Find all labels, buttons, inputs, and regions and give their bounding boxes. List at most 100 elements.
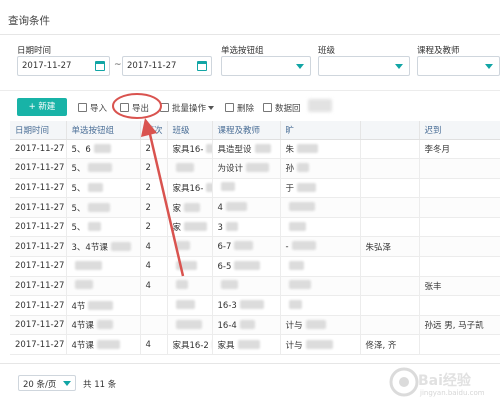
table-cell: 4 xyxy=(212,197,281,218)
column-header[interactable] xyxy=(360,121,420,140)
table-cell: 4 xyxy=(140,256,168,277)
table-cell: 5、6 xyxy=(66,139,141,160)
table-cell xyxy=(419,178,500,199)
table-row[interactable]: 2017-11-27 5、6 2 家具16- 具造型设朱 李冬月 xyxy=(10,139,500,160)
redaction xyxy=(246,163,270,173)
table-row[interactable]: 2017-11-27 5、 2 家 3 xyxy=(10,217,500,238)
redaction xyxy=(110,241,131,251)
trash-icon xyxy=(225,103,234,112)
delete-button[interactable]: 删除 xyxy=(225,102,254,114)
table-cell xyxy=(212,178,281,199)
column-header[interactable]: 日期时间 xyxy=(10,121,67,140)
redaction xyxy=(88,163,113,173)
export-button[interactable]: 导出 xyxy=(120,102,149,114)
redaction xyxy=(175,162,194,172)
table-row[interactable]: 2017-11-27 5、 2 家具16- 于 xyxy=(10,178,500,199)
redaction xyxy=(184,222,208,232)
redaction xyxy=(88,202,111,212)
import-button[interactable]: 导入 xyxy=(78,102,107,114)
table-row[interactable]: 2017-11-27 5、 2 为设计孙 xyxy=(10,158,500,179)
table-row[interactable]: 2017-11-27 4 6-5 xyxy=(10,256,500,277)
table-cell: 2017-11-27 xyxy=(10,139,67,160)
redaction xyxy=(175,260,197,270)
table-cell: 4节课 xyxy=(66,334,141,356)
date-to-input[interactable]: 2017-11-27 xyxy=(122,56,212,76)
redaction xyxy=(184,202,201,212)
course-teacher-select[interactable] xyxy=(417,56,500,76)
table-cell: 5、 xyxy=(66,158,141,179)
calendar-icon[interactable] xyxy=(197,61,207,71)
table-cell: - xyxy=(280,236,361,258)
watermark-url: jingyan.baidu.com xyxy=(420,389,485,397)
radio-group-select[interactable] xyxy=(221,56,311,76)
table-cell: 朱 xyxy=(280,139,361,160)
query-panel-title: 查询条件 xyxy=(8,15,50,27)
table-cell: 2017-11-27 xyxy=(10,217,67,238)
watermark-brand: Bai经验 xyxy=(418,373,471,389)
table-cell: 2 xyxy=(140,197,168,218)
table-cell: 16-4 xyxy=(212,315,281,336)
table-cell: 2017-11-27 xyxy=(10,158,67,179)
table-cell: 16-3 xyxy=(212,295,281,316)
table-cell: 计与 xyxy=(280,315,361,336)
table-row[interactable]: 2017-11-27 4节 16-3 xyxy=(10,295,500,316)
redaction xyxy=(305,339,333,349)
redaction xyxy=(96,339,120,349)
table-cell xyxy=(360,197,420,218)
table-cell xyxy=(419,158,500,179)
column-header[interactable]: 节次 xyxy=(140,121,168,140)
redaction xyxy=(291,241,316,251)
table-cell: 5、 xyxy=(66,197,141,218)
redaction xyxy=(74,280,93,290)
table-cell xyxy=(212,276,281,297)
date-label: 日期时间 xyxy=(17,46,52,56)
data-table: 日期时间 单选按钮组 节次 班级 课程及教师 旷 迟到 2017-11-27 5、… xyxy=(10,121,500,356)
redaction xyxy=(234,260,261,270)
table-row[interactable]: 2017-11-27 4节课 4 家具16-2 家具 计与 佟泽, 齐 xyxy=(10,334,500,356)
data-button[interactable]: 数据回 xyxy=(263,102,301,114)
table-cell: 2017-11-27 xyxy=(10,256,67,277)
table-cell: 为设计 xyxy=(212,158,281,179)
table-cell: 家 xyxy=(167,217,213,238)
class-select[interactable] xyxy=(318,56,410,76)
redaction xyxy=(175,300,195,310)
table-cell: 5、 xyxy=(66,217,141,238)
table-cell: 具造型设 xyxy=(212,139,281,160)
batch-operation-button[interactable]: 批量操作 xyxy=(160,102,215,114)
column-header[interactable]: 课程及教师 xyxy=(212,121,281,140)
redaction xyxy=(308,99,332,112)
table-row[interactable]: 2017-11-27 3、4节课 4 6-7- 朱弘泽 xyxy=(10,236,500,258)
table-cell: 2017-11-27 xyxy=(10,334,67,356)
table-cell: 3、4节课 xyxy=(66,236,141,258)
column-header[interactable]: 单选按钮组 xyxy=(66,121,141,140)
chevron-down-icon xyxy=(395,64,403,69)
radio-group-label: 单选按钮组 xyxy=(221,46,264,56)
column-header[interactable]: 迟到 xyxy=(419,121,500,140)
table-cell: 孙远 男, 马子凯 xyxy=(419,315,500,336)
date-from-input[interactable]: 2017-11-27 xyxy=(17,56,110,76)
redaction xyxy=(305,320,326,330)
date-separator: ~ xyxy=(114,60,122,70)
redaction xyxy=(239,300,264,310)
redaction xyxy=(88,300,114,310)
table-cell: 家具16- xyxy=(167,139,213,160)
table-row[interactable]: 2017-11-27 4 张丰 xyxy=(10,276,500,297)
column-header[interactable]: 班级 xyxy=(167,121,213,140)
table-row[interactable]: 2017-11-27 5、 2 家 4 xyxy=(10,197,500,218)
table-cell: 2017-11-27 xyxy=(10,295,67,316)
table-cell: 5、 xyxy=(66,178,141,199)
column-header[interactable]: 旷 xyxy=(280,121,361,140)
table-cell xyxy=(167,158,213,179)
new-button[interactable]: + 新建 xyxy=(17,98,67,116)
table-cell xyxy=(167,295,213,316)
page-size-select[interactable]: 20 条/页 xyxy=(18,375,76,391)
redaction xyxy=(220,280,238,290)
chevron-down-icon xyxy=(485,64,493,69)
table-cell xyxy=(419,295,500,316)
chevron-down-icon xyxy=(63,381,71,386)
table-row[interactable]: 2017-11-27 4节课 16-4 计与 孙远 男, 马子凯 xyxy=(10,315,500,336)
table-cell: 4 xyxy=(140,334,168,356)
table-cell: 6-5 xyxy=(212,256,281,277)
redaction xyxy=(288,221,306,231)
calendar-icon[interactable] xyxy=(95,61,105,71)
